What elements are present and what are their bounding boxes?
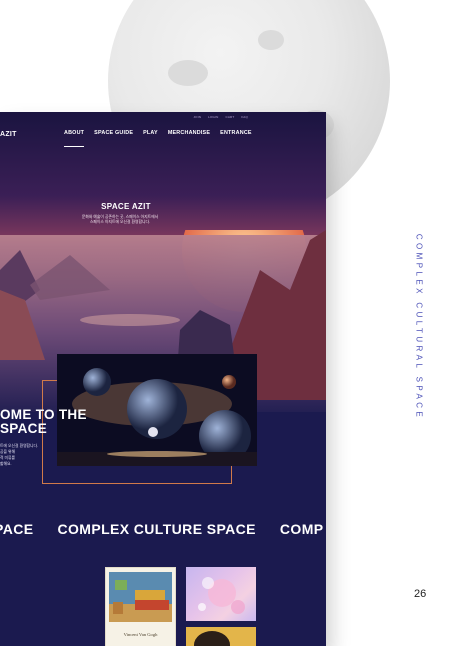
util-link[interactable]: CART [225, 115, 234, 119]
artwork-card-portrait[interactable] [186, 627, 256, 646]
side-caption: COMPLEX CULTURAL SPACE [412, 222, 426, 432]
nav-item-space-guide[interactable]: SPACE GUIDE [94, 130, 133, 147]
main-nav: ABOUT SPACE GUIDE PLAY MERCHANDISE ENTRA… [64, 130, 252, 147]
util-link[interactable]: LOGIN [208, 115, 218, 119]
welcome-heading: OME TO THE SPACE [0, 407, 87, 436]
planets-artwork-image [57, 354, 257, 466]
artwork-card-van-gogh[interactable]: Vincent Van Gogh [105, 567, 176, 646]
side-caption-text: COMPLEX CULTURAL SPACE [414, 233, 424, 421]
marquee-text: COMPLEX CULTURE SPACE [57, 521, 256, 537]
website-mockup: JOIN LOGIN CART FAQ AZIT ABOUT SPACE GUI… [0, 112, 326, 646]
nav-item-play[interactable]: PLAY [143, 130, 158, 147]
util-link[interactable]: JOIN [193, 115, 201, 119]
hero-description: 문화와 예술이 공존하는 곳, 스페이스 아지트에서 스페이스 아지트에 오신걸… [81, 215, 159, 224]
artwork-caption: Vincent Van Gogh [123, 632, 158, 637]
hero-title: SPACE AZIT [101, 202, 151, 211]
nav-item-about[interactable]: ABOUT [64, 130, 85, 147]
marquee-text: COMP [279, 521, 324, 537]
util-link[interactable]: FAQ [241, 115, 248, 119]
marquee-banner: PACE COMPLEX CULTURE SPACE COMP [0, 521, 324, 537]
nav-item-entrance[interactable]: ENTRANCE [220, 130, 252, 147]
artwork-card-bubbles[interactable] [186, 567, 256, 621]
site-logo[interactable]: AZIT [0, 131, 17, 138]
nav-item-merchandise[interactable]: MERCHANDISE [168, 130, 210, 147]
marquee-text: PACE [0, 521, 34, 537]
page-number: 26 [414, 588, 427, 600]
bedroom-painting-image [109, 572, 172, 622]
utility-links: JOIN LOGIN CART FAQ [193, 115, 248, 119]
welcome-text: 트에 오신걸 환영합니다. 공을 위해 적 미류를 할해요. [0, 444, 39, 466]
